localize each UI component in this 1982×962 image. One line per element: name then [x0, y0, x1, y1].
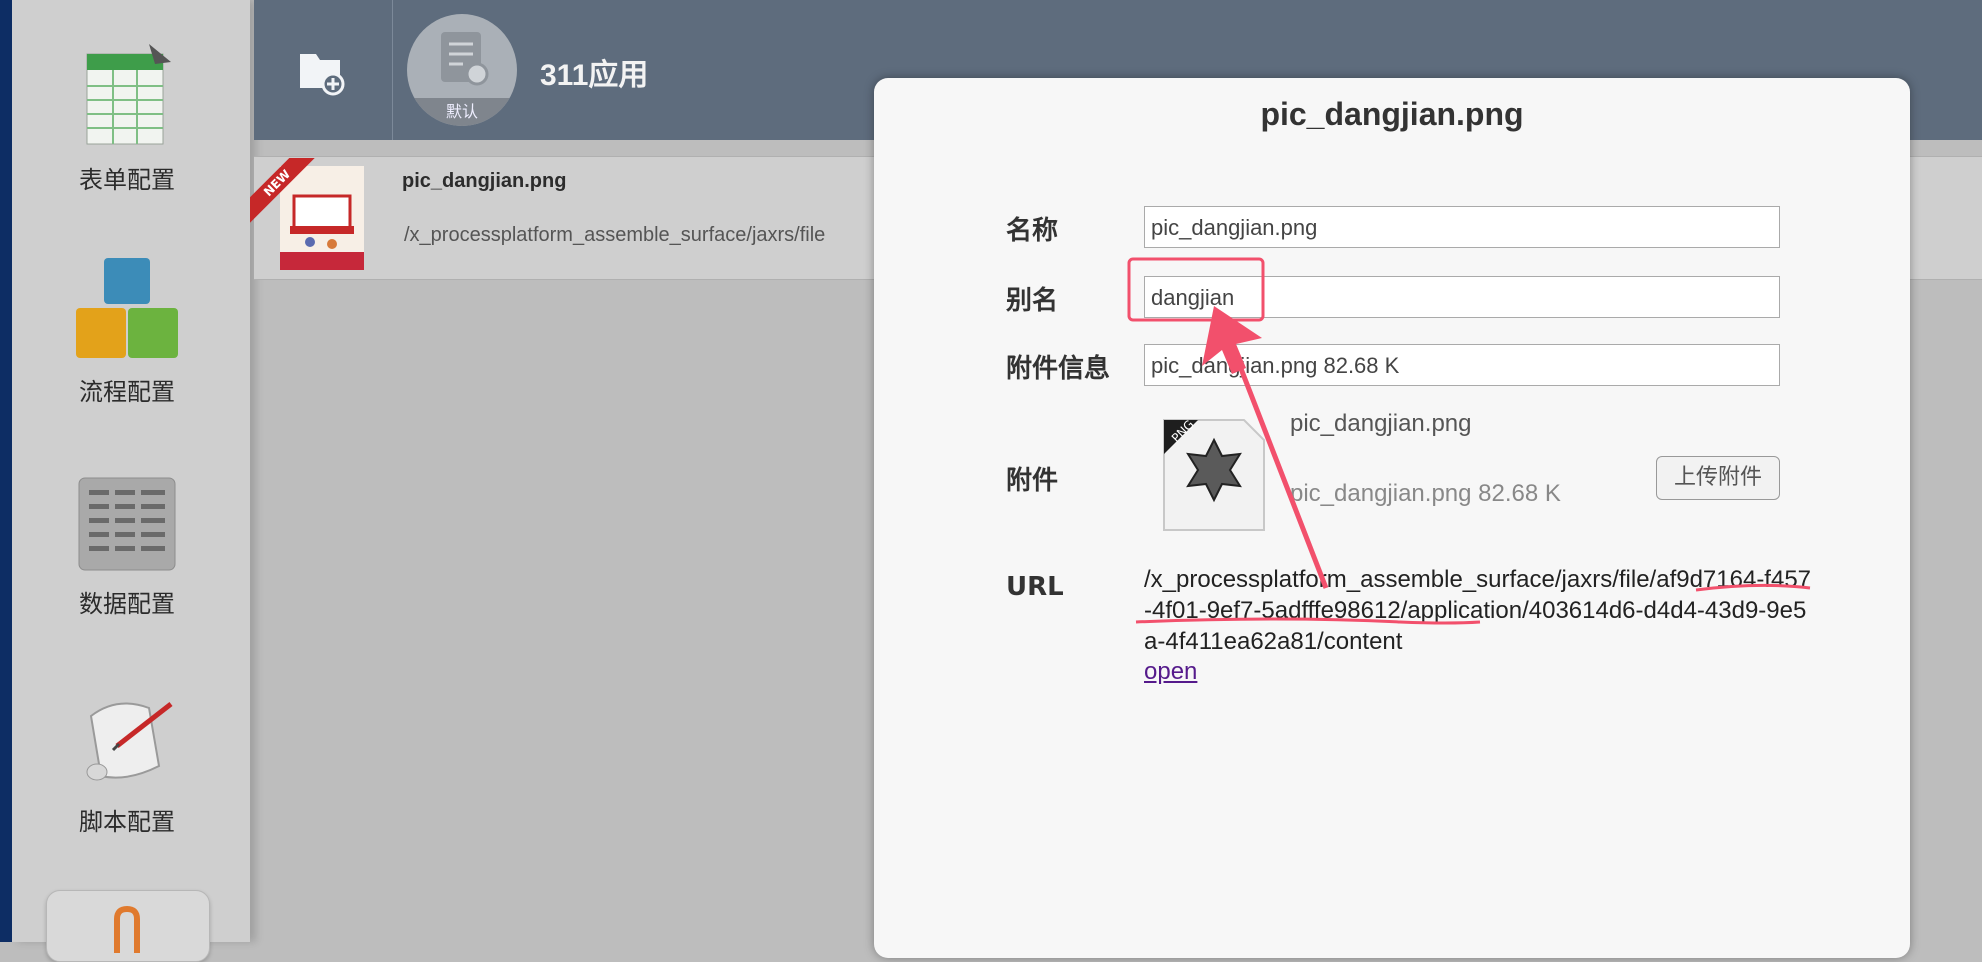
sidebar-item-label: 表单配置 — [79, 166, 175, 194]
attachment-icon — [114, 905, 140, 953]
attachment-size: pic_dangjian.png 82.68 K — [1290, 480, 1561, 507]
app-default-badge: 默认 — [407, 98, 517, 126]
file-name[interactable]: pic_dangjian.png — [402, 170, 566, 193]
sidebar-item-label: 流程配置 — [79, 378, 175, 406]
attachment-info-field[interactable]: pic_dangjian.png 82.68 K — [1144, 344, 1780, 386]
new-badge: NEW — [250, 158, 320, 228]
sidebar-item-attachment-config[interactable] — [46, 890, 210, 962]
sidebar-item-label: 数据配置 — [79, 590, 175, 618]
form-table-icon — [86, 44, 171, 145]
app-title: 311应用 — [540, 59, 649, 92]
attachment-label: 附件 — [1006, 466, 1059, 496]
sidebar-item-data-config[interactable]: 数据配置 — [12, 474, 242, 619]
url-value: /x_processplatform_assemble_surface/jaxr… — [1144, 566, 1812, 655]
url-label: URL — [1006, 572, 1064, 602]
script-scroll-icon — [86, 702, 173, 781]
name-label: 名称 — [1006, 216, 1059, 246]
add-folder-button[interactable] — [290, 40, 350, 100]
add-folder-icon — [300, 54, 345, 96]
attachment-name: pic_dangjian.png — [1290, 410, 1472, 437]
process-blocks-icon — [76, 258, 178, 358]
sidebar-item-form-config[interactable]: 表单配置 — [12, 42, 242, 195]
png-file-icon[interactable]: PNG — [1156, 414, 1272, 536]
file-path: /x_processplatform_assemble_surface/jaxr… — [404, 224, 826, 246]
sidebar: 表单配置 流程配置 数据配置 脚本配置 — [12, 0, 250, 962]
data-sheet-icon — [78, 477, 176, 571]
window-edge — [0, 0, 12, 942]
attachment-info-label: 附件信息 — [1006, 354, 1111, 384]
open-link[interactable]: open — [1144, 658, 1197, 686]
name-field[interactable]: pic_dangjian.png — [1144, 206, 1780, 248]
app-icon-button[interactable]: 默认 — [407, 14, 517, 126]
upload-attachment-button[interactable]: 上传附件 — [1656, 456, 1780, 500]
sidebar-item-process-config[interactable]: 流程配置 — [12, 254, 242, 407]
toolbar-divider — [392, 0, 393, 140]
app-settings-icon — [441, 32, 489, 86]
alias-field[interactable]: dangjian — [1144, 276, 1780, 318]
alias-label: 别名 — [1006, 286, 1059, 316]
dialog-title: pic_dangjian.png — [1260, 96, 1524, 132]
sidebar-item-script-config[interactable]: 脚本配置 — [12, 686, 242, 837]
sidebar-item-label: 脚本配置 — [79, 808, 175, 836]
